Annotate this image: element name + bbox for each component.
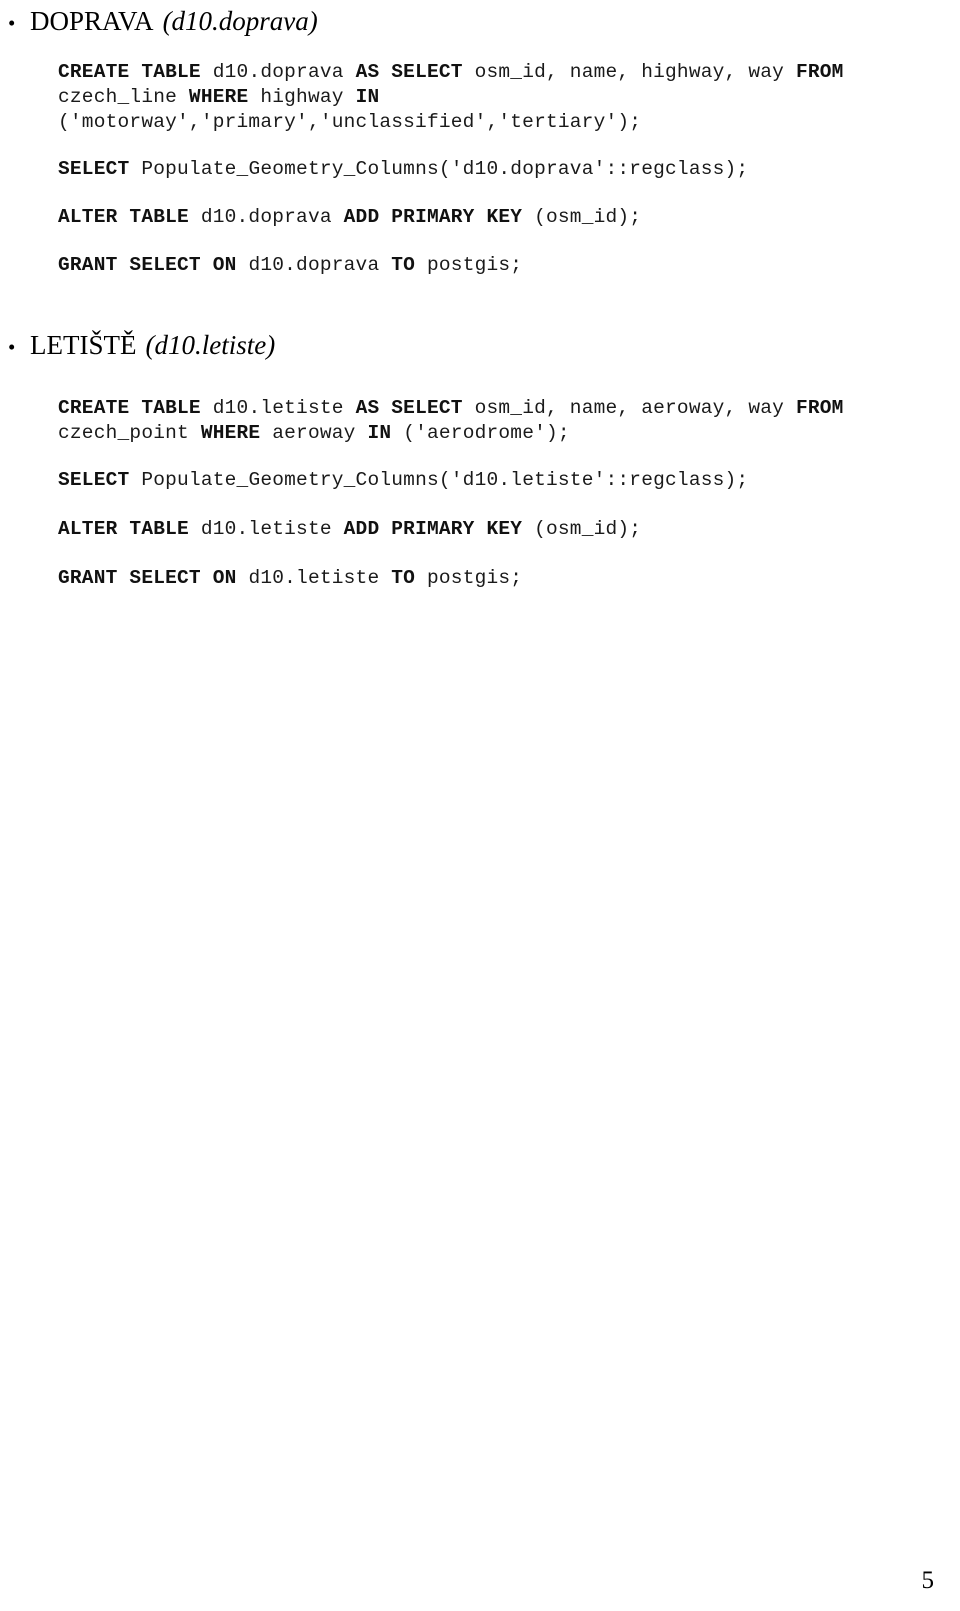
- sql-keyword: IN: [355, 86, 380, 108]
- sql-text: Populate_Geometry_Columns('d10.doprava':…: [141, 158, 749, 180]
- sql-keyword: GRANT SELECT ON: [58, 567, 249, 589]
- sql-text: osm_id, name, highway, way: [474, 61, 796, 83]
- sql-text: postgis;: [426, 254, 523, 276]
- sql-text: d10.doprava: [200, 206, 344, 228]
- section-title: DOPRAVA: [30, 6, 154, 36]
- sql-code-line: ALTER TABLE d10.letiste ADD PRIMARY KEY …: [58, 517, 641, 542]
- sql-text: osm_id, name, aeroway, way: [474, 397, 796, 419]
- sql-keyword: ALTER TABLE: [58, 518, 201, 540]
- sql-text: postgis;: [426, 567, 523, 589]
- sql-text: ('motorway','primary','unclassified','te…: [58, 111, 642, 133]
- sql-text: (osm_id);: [534, 518, 642, 540]
- section-title: LETIŠTĚ: [30, 330, 137, 360]
- sql-keyword: AS SELECT: [355, 397, 475, 419]
- sql-text: (osm_id);: [534, 206, 642, 228]
- sql-code-line: SELECT Populate_Geometry_Columns('d10.do…: [58, 157, 748, 182]
- bullet-icon: •: [8, 335, 16, 359]
- page-number: 5: [921, 1567, 935, 1594]
- sql-text: d10.letiste: [248, 567, 392, 589]
- sql-code-line: GRANT SELECT ON d10.doprava TO postgis;: [58, 253, 522, 278]
- section-heading-letiste: • LETIŠTĚ (d10.letiste): [0, 332, 900, 359]
- sql-keyword: CREATE TABLE: [58, 61, 213, 83]
- section-heading-doprava: • DOPRAVA (d10.doprava): [0, 8, 900, 35]
- sql-keyword: FROM: [795, 397, 844, 419]
- sql-keyword: SELECT: [58, 158, 142, 180]
- sql-keyword: AS SELECT: [355, 61, 475, 83]
- sql-keyword: IN: [367, 422, 404, 444]
- sql-keyword: TO: [391, 567, 427, 589]
- sql-text: d10.doprava: [212, 61, 356, 83]
- sql-keyword: ADD PRIMARY KEY: [343, 206, 535, 228]
- sql-keyword: ALTER TABLE: [58, 206, 201, 228]
- sql-keyword: WHERE: [200, 422, 273, 444]
- sql-text: czech_point: [58, 422, 201, 444]
- sql-keyword: TO: [391, 254, 427, 276]
- sql-code-line: GRANT SELECT ON d10.letiste TO postgis;: [58, 566, 522, 591]
- sql-keyword: ADD PRIMARY KEY: [343, 518, 535, 540]
- section-table-reference: (d10.letiste): [145, 330, 276, 360]
- sql-code-line: ALTER TABLE d10.doprava ADD PRIMARY KEY …: [58, 205, 641, 230]
- sql-keyword: GRANT SELECT ON: [58, 254, 249, 276]
- sql-code-line: CREATE TABLE d10.letiste AS SELECT osm_i…: [58, 396, 844, 421]
- section-table-reference: (d10.doprava): [162, 6, 318, 36]
- sql-keyword: CREATE TABLE: [58, 397, 213, 419]
- sql-text: d10.letiste: [200, 518, 344, 540]
- sql-text: czech_line: [58, 86, 189, 108]
- sql-code-line: czech_point WHERE aeroway IN ('aerodrome…: [58, 421, 570, 446]
- sql-text: aeroway: [272, 422, 368, 444]
- heading-text-group: LETIŠTĚ (d10.letiste): [30, 332, 275, 359]
- sql-code-line: czech_line WHERE highway IN: [58, 85, 379, 110]
- sql-code-line: SELECT Populate_Geometry_Columns('d10.le…: [58, 468, 748, 493]
- sql-keyword: FROM: [795, 61, 844, 83]
- document-page: • DOPRAVA (d10.doprava) • LETIŠTĚ (d10.let…: [0, 0, 960, 1611]
- sql-text: highway: [260, 86, 356, 108]
- sql-keyword: WHERE: [188, 86, 261, 108]
- sql-code-line: ('motorway','primary','unclassified','te…: [58, 110, 641, 135]
- sql-text: d10.letiste: [212, 397, 356, 419]
- heading-text-group: DOPRAVA (d10.doprava): [30, 8, 318, 35]
- sql-text: Populate_Geometry_Columns('d10.letiste':…: [141, 469, 749, 491]
- sql-code-line: CREATE TABLE d10.doprava AS SELECT osm_i…: [58, 60, 844, 85]
- bullet-icon: •: [8, 11, 16, 35]
- sql-keyword: SELECT: [58, 469, 142, 491]
- sql-text: ('aerodrome');: [403, 422, 570, 444]
- sql-text: d10.doprava: [248, 254, 392, 276]
